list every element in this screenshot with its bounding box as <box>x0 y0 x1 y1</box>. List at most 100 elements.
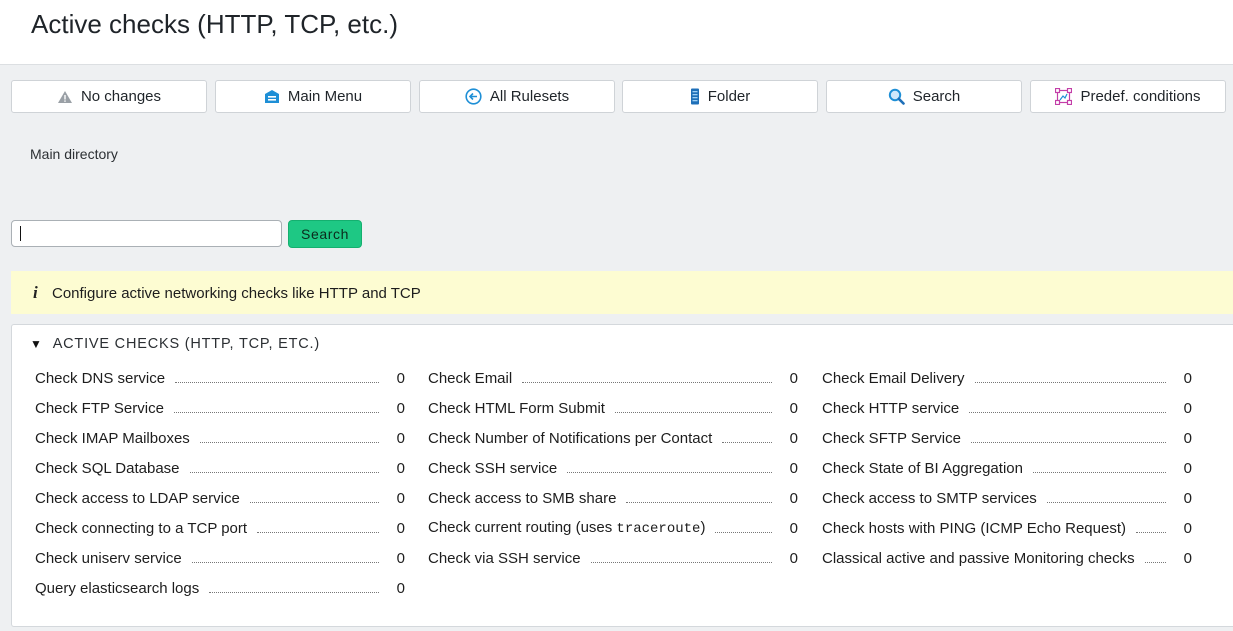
ruleset-item[interactable]: Check uniserv service 0 <box>35 547 405 569</box>
dot-leader <box>722 441 772 443</box>
ruleset-item[interactable]: Check Email Delivery 0 <box>822 367 1192 389</box>
ruleset-label[interactable]: Check access to SMB share <box>428 490 616 507</box>
dot-leader <box>249 501 379 503</box>
ruleset-count: 0 <box>396 429 405 447</box>
ruleset-label[interactable]: Check Number of Notifications per Contac… <box>428 430 712 447</box>
main-menu-icon <box>264 89 280 104</box>
ruleset-label[interactable]: Query elasticsearch logs <box>35 580 199 597</box>
folder-button[interactable]: Folder <box>622 80 818 113</box>
dot-leader <box>1032 471 1166 473</box>
page-title: Active checks (HTTP, TCP, etc.) <box>31 9 398 39</box>
ruleset-count: 0 <box>789 519 798 537</box>
ruleset-count: 0 <box>1183 459 1192 477</box>
dot-leader <box>173 411 379 413</box>
ruleset-count: 0 <box>1183 369 1192 387</box>
search-toolbar-button[interactable]: Search <box>826 80 1022 113</box>
ruleset-label[interactable]: Check SFTP Service <box>822 430 961 447</box>
ruleset-item[interactable]: Check access to SMTP services 0 <box>822 487 1192 509</box>
ruleset-label[interactable]: Check DNS service <box>35 370 165 387</box>
ruleset-item[interactable]: Check hosts with PING (ICMP Echo Request… <box>822 517 1192 539</box>
ruleset-item[interactable]: Check FTP Service 0 <box>35 397 405 419</box>
info-message: Configure active networking checks like … <box>52 285 421 302</box>
ruleset-label[interactable]: Check SQL Database <box>35 460 180 477</box>
breadcrumb[interactable]: Main directory <box>30 146 118 162</box>
search-input[interactable] <box>11 220 282 247</box>
ruleset-item[interactable]: Check Number of Notifications per Contac… <box>428 427 798 449</box>
ruleset-count: 0 <box>1183 519 1192 537</box>
all-rulesets-button[interactable]: All Rulesets <box>419 80 615 113</box>
ruleset-label[interactable]: Check FTP Service <box>35 400 164 417</box>
ruleset-label[interactable]: Check via SSH service <box>428 550 581 567</box>
all-rulesets-label: All Rulesets <box>489 88 570 105</box>
ruleset-label-code: traceroute <box>616 521 701 537</box>
dot-leader <box>199 441 379 443</box>
ruleset-group-header[interactable]: ▼ ACTIVE CHECKS (HTTP, TCP, ETC.) <box>30 336 320 352</box>
ruleset-label[interactable]: Check SSH service <box>428 460 557 477</box>
info-icon: i <box>33 283 38 302</box>
ruleset-count: 0 <box>1183 429 1192 447</box>
ruleset-count: 0 <box>789 489 798 507</box>
ruleset-label[interactable]: Check access to LDAP service <box>35 490 240 507</box>
ruleset-count: 0 <box>396 459 405 477</box>
ruleset-item[interactable]: Check IMAP Mailboxes 0 <box>35 427 405 449</box>
collapse-triangle-icon[interactable]: ▼ <box>30 337 43 351</box>
main-menu-label: Main Menu <box>287 88 363 105</box>
search-button[interactable]: Search <box>288 220 362 248</box>
predef-conditions-label: Predef. conditions <box>1080 88 1201 105</box>
ruleset-label-prefix: Check current routing (uses <box>428 519 617 536</box>
ruleset-label[interactable]: Check HTTP service <box>822 400 959 417</box>
main-menu-button[interactable]: Main Menu <box>215 80 411 113</box>
ruleset-item[interactable]: Check HTML Form Submit 0 <box>428 397 798 419</box>
ruleset-label[interactable]: Check State of BI Aggregation <box>822 460 1023 477</box>
ruleset-item[interactable]: Check SQL Database 0 <box>35 457 405 479</box>
ruleset-label[interactable]: Check connecting to a TCP port <box>35 520 247 537</box>
dot-leader <box>974 381 1166 383</box>
ruleset-label[interactable]: Check current routing (uses traceroute) <box>428 519 705 537</box>
ruleset-item[interactable]: Check State of BI Aggregation 0 <box>822 457 1192 479</box>
ruleset-label[interactable]: Classical active and passive Monitoring … <box>822 550 1135 567</box>
dot-leader <box>715 531 772 533</box>
ruleset-count: 0 <box>396 489 405 507</box>
dot-leader <box>257 531 379 533</box>
ruleset-item[interactable]: Check current routing (uses traceroute) 0 <box>428 517 798 539</box>
ruleset-label[interactable]: Check Email <box>428 370 512 387</box>
ruleset-label-suffix: ) <box>700 519 706 536</box>
text-cursor <box>20 226 21 241</box>
ruleset-item[interactable]: Check Email 0 <box>428 367 798 389</box>
ruleset-item[interactable]: Check access to LDAP service 0 <box>35 487 405 509</box>
ruleset-count: 0 <box>396 369 405 387</box>
ruleset-item[interactable]: Query elasticsearch logs 0 <box>35 577 405 599</box>
ruleset-label[interactable]: Check access to SMTP services <box>822 490 1037 507</box>
no-changes-button[interactable]: No changes <box>11 80 207 113</box>
dot-leader <box>522 381 772 383</box>
ruleset-count: 0 <box>396 549 405 567</box>
ruleset-label[interactable]: Check uniserv service <box>35 550 182 567</box>
info-banner: i Configure active networking checks lik… <box>11 271 1233 314</box>
ruleset-label[interactable]: Check Email Delivery <box>822 370 965 387</box>
ruleset-label[interactable]: Check hosts with PING (ICMP Echo Request… <box>822 520 1126 537</box>
ruleset-item[interactable]: Check HTTP service 0 <box>822 397 1192 419</box>
dot-leader <box>1046 501 1166 503</box>
search-toolbar-label: Search <box>912 88 961 105</box>
dot-leader <box>1144 561 1166 563</box>
ruleset-item[interactable]: Check access to SMB share 0 <box>428 487 798 509</box>
ruleset-item[interactable]: Check SFTP Service 0 <box>822 427 1192 449</box>
warning-icon <box>57 90 73 104</box>
dot-leader <box>970 441 1166 443</box>
no-changes-label: No changes <box>80 88 162 105</box>
dot-leader <box>969 411 1166 413</box>
ruleset-label[interactable]: Check IMAP Mailboxes <box>35 430 190 447</box>
ruleset-item[interactable]: Check SSH service 0 <box>428 457 798 479</box>
ruleset-label[interactable]: Check HTML Form Submit <box>428 400 605 417</box>
ruleset-count: 0 <box>1183 489 1192 507</box>
ruleset-count: 0 <box>789 549 798 567</box>
ruleset-item[interactable]: Check via SSH service 0 <box>428 547 798 569</box>
ruleset-count: 0 <box>789 459 798 477</box>
ruleset-count: 0 <box>789 369 798 387</box>
ruleset-item[interactable]: Check connecting to a TCP port 0 <box>35 517 405 539</box>
ruleset-item[interactable]: Check DNS service 0 <box>35 367 405 389</box>
ruleset-count: 0 <box>1183 399 1192 417</box>
ruleset-item[interactable]: Classical active and passive Monitoring … <box>822 547 1192 569</box>
predef-conditions-button[interactable]: Predef. conditions <box>1030 80 1226 113</box>
back-arrow-icon <box>465 88 482 105</box>
